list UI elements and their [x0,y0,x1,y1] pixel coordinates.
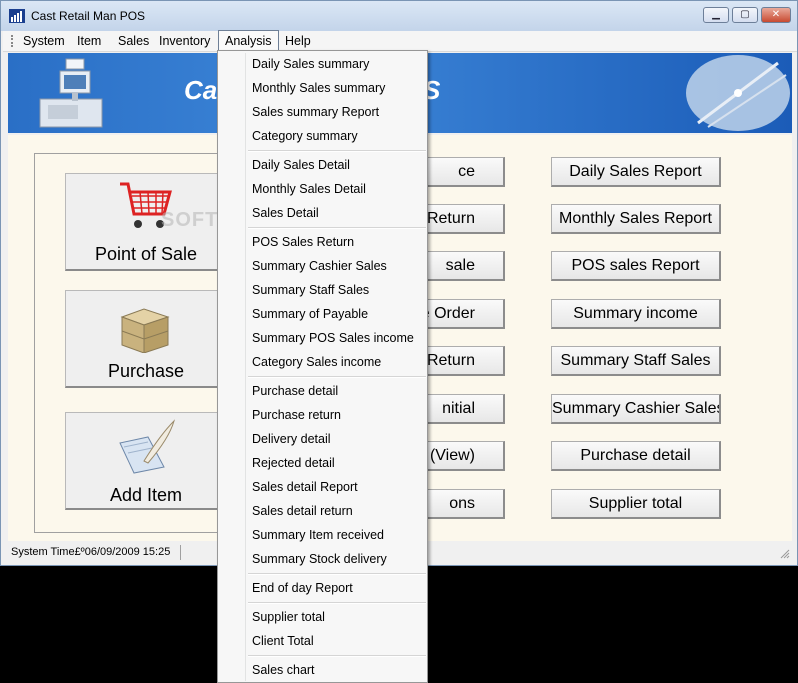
supplier-total-button[interactable]: Supplier total [551,489,721,519]
menu-purchase-detail[interactable]: Purchase detail [252,381,338,401]
purchase-detail-button[interactable]: Purchase detail [551,441,721,471]
menu-inventory[interactable]: Inventory [159,33,210,49]
quill-book-icon [119,419,176,474]
menu-purchase-return[interactable]: Purchase return [252,405,341,425]
menu-category-summary[interactable]: Category summary [252,126,358,146]
menu-help[interactable]: Help [285,33,311,49]
menu-monthly-sales-summary[interactable]: Monthly Sales summary [252,78,385,98]
status-separator [180,545,181,560]
menu-client-total[interactable]: Client Total [252,631,314,651]
menu-rejected-detail[interactable]: Rejected detail [252,453,335,473]
pos-terminal-icon [39,58,103,128]
add-item-label: Add Item [109,485,183,505]
summary-staff-sales-button[interactable]: Summary Staff Sales [551,346,721,376]
title-bar[interactable]: Cast Retail Man POS ▁ ▢ ✕ [1,1,797,31]
menu-monthly-sales-detail[interactable]: Monthly Sales Detail [252,179,366,199]
window-title: Cast Retail Man POS [31,9,146,23]
menu-daily-sales-summary[interactable]: Daily Sales summary [252,54,369,74]
app-icon [9,9,25,23]
pos-sales-report-button[interactable]: POS sales Report [551,251,721,281]
purchase-label: Purchase [107,361,185,381]
monthly-sales-report-button[interactable]: Monthly Sales Report [551,204,721,234]
menu-separator [248,655,426,657]
daily-sales-report-button[interactable]: Daily Sales Report [551,157,721,187]
menu-sales-chart[interactable]: Sales chart [252,660,315,680]
point-of-sale-label: Point of Sale [94,244,198,264]
menu-summary-item-received[interactable]: Summary Item received [252,525,384,545]
menu-summary-pos-sales-income[interactable]: Summary POS Sales income [252,328,414,348]
menu-separator [248,573,426,575]
menu-sales[interactable]: Sales [118,33,149,49]
add-item-button[interactable]: Add Item [65,412,219,510]
menu-sales-summary-report[interactable]: Sales summary Report [252,102,379,122]
menubar-grip [11,35,16,47]
menu-separator [248,602,426,604]
menu-delivery-detail[interactable]: Delivery detail [252,429,331,449]
menu-category-sales-income[interactable]: Category Sales income [252,352,381,372]
menu-separator [248,150,426,152]
maximize-button[interactable]: ▢ [732,7,758,23]
resize-grip-icon[interactable] [780,549,790,559]
menu-end-of-day-report[interactable]: End of day Report [252,578,353,598]
summary-income-button[interactable]: Summary income [551,299,721,329]
menu-sales-detail-return[interactable]: Sales detail return [252,501,353,521]
menu-gutter [245,53,246,681]
menu-summary-stock-delivery[interactable]: Summary Stock delivery [252,549,387,569]
close-button[interactable]: ✕ [761,7,791,23]
boxes-icon [120,308,170,353]
menu-supplier-total[interactable]: Supplier total [252,607,325,627]
satellite-dish-icon [686,55,790,131]
menu-bar: System Item Sales Inventory Analysis Hel… [3,30,797,52]
menu-item[interactable]: Item [77,33,101,49]
menu-sales-detail[interactable]: Sales Detail [252,203,319,223]
menu-daily-sales-detail[interactable]: Daily Sales Detail [252,155,350,175]
menu-separator [248,227,426,229]
menu-pos-sales-return[interactable]: POS Sales Return [252,232,354,252]
menu-separator [248,376,426,378]
menu-summary-cashier-sales[interactable]: Summary Cashier Sales [252,256,387,276]
menu-summary-staff-sales[interactable]: Summary Staff Sales [252,280,369,300]
summary-cashier-sales-button[interactable]: Summary Cashier Sales [551,394,721,424]
status-time: System Time£º06/09/2009 15:25 [11,546,171,558]
menu-system[interactable]: System [23,33,65,49]
menu-summary-of-payable[interactable]: Summary of Payable [252,304,368,324]
purchase-button[interactable]: Purchase [65,290,219,388]
menu-sales-detail-report[interactable]: Sales detail Report [252,477,358,497]
minimize-button[interactable]: ▁ [703,7,729,23]
menu-analysis[interactable]: Analysis [218,30,279,51]
analysis-dropdown-menu: Daily Sales summary Monthly Sales summar… [217,50,428,683]
